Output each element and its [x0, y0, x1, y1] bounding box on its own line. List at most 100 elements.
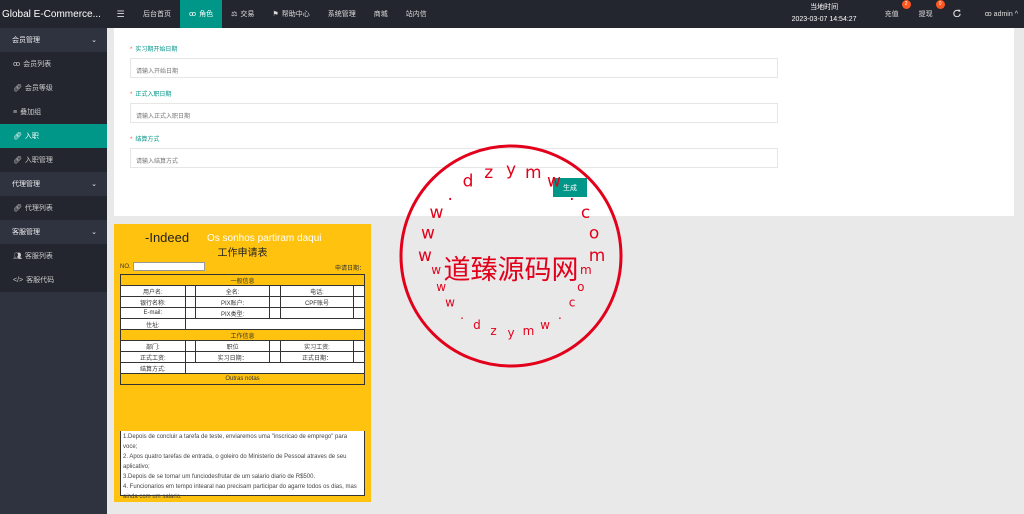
- table-row: 部门: 职位 实习工资:: [120, 340, 365, 352]
- link-icon: 🔗︎: [13, 157, 22, 164]
- chevron-down-icon: ⌄: [91, 229, 97, 236]
- watermark-stamp: 道臻源码网 www.d z y m w.com www.d z y m w.com: [399, 144, 623, 368]
- ring-letter: w: [431, 263, 441, 277]
- sidebar-group-6[interactable]: 代理管理 ⌄: [0, 172, 107, 196]
- sidebar-item-9[interactable]: 👥︎ 客服列表: [0, 244, 107, 268]
- scale-icon: ⚖: [231, 11, 238, 18]
- table-cell: [269, 285, 281, 297]
- ring-letter: w: [436, 280, 446, 294]
- sidebar-item-3[interactable]: ≡ 叠加组: [0, 100, 107, 124]
- sidebar-group-8[interactable]: 客服管理 ⌄: [0, 220, 107, 244]
- field-label: 实习期开始日期: [135, 47, 178, 53]
- table-cell: 实习工资:: [279, 340, 355, 352]
- nav-item-label: 后台首页: [143, 11, 171, 18]
- table-cell: E-mail:: [120, 307, 186, 319]
- sidebar-item-1[interactable]: ꝏ 会员列表: [0, 52, 107, 76]
- sidebar-item-label: 客服代码: [26, 277, 55, 284]
- nav-item-label: 商城: [373, 11, 388, 18]
- table-cell: 银行名称:: [120, 296, 186, 308]
- sidebar-item-7[interactable]: 🔗︎ 代理列表: [0, 196, 107, 220]
- ring-letter: c: [581, 203, 590, 223]
- nav-item-label: 交易: [240, 11, 255, 18]
- table-row: 用户名: 全名: 电话:: [120, 285, 365, 297]
- ring-letter: w: [418, 246, 432, 266]
- ring-letter: w: [445, 295, 455, 309]
- table-cell: [279, 307, 355, 319]
- ring-text-top: www.d z y m w.com: [418, 160, 605, 266]
- nav-item-label: 站内信: [405, 11, 427, 18]
- sidebar-item-label: 客服列表: [24, 253, 53, 260]
- users-icon: 👥︎: [13, 253, 22, 260]
- menu-toggle-icon[interactable]: ☰: [107, 9, 134, 20]
- ring-letter: y: [506, 160, 516, 180]
- ring-letter: d: [473, 318, 481, 332]
- ring-letter: m: [523, 324, 535, 338]
- formal-date-input[interactable]: [130, 103, 778, 123]
- nav-item-1[interactable]: ꝏ 角色: [180, 0, 223, 28]
- ring-letter: o: [589, 224, 599, 244]
- nav-item-3[interactable]: ⚑ 帮助中心: [263, 0, 318, 28]
- nav-item-4[interactable]: 系统管理: [319, 0, 365, 28]
- table-cell: PIX类型:: [195, 307, 271, 319]
- table-cell: 结算方式:: [120, 362, 186, 374]
- table-cell: 正式工资:: [120, 351, 186, 363]
- job-application-form: -Indeed Os sonhos partiram daqui 工作申请表 N…: [114, 224, 371, 502]
- sidebar-item-2[interactable]: 🔗︎ 会员等级: [0, 76, 107, 100]
- sidebar-item-4[interactable]: 🔗︎ 入职: [0, 124, 107, 148]
- table-cell: [353, 340, 365, 352]
- table-cell: 部门:: [120, 340, 186, 352]
- user-icon: ꝏ: [189, 11, 197, 18]
- table-cell: 全名:: [195, 285, 271, 297]
- table-cell: 实习日期：: [195, 351, 271, 363]
- withdraw-button[interactable]: 提现 0: [909, 0, 945, 19]
- nav-item-2[interactable]: ⚖ 交易: [222, 0, 263, 28]
- ring-letter: w: [547, 172, 561, 192]
- intern-start-date-input[interactable]: [130, 58, 778, 78]
- recharge-label: 充值: [884, 11, 899, 18]
- field-intern-start: * 实习期开始日期: [130, 44, 778, 78]
- ring-letter: w: [421, 224, 435, 244]
- form-title: 工作申请表: [217, 248, 268, 259]
- note-line: 4. Funcionarios em tempo intearal nao pr…: [123, 484, 357, 500]
- table-cell: [184, 340, 197, 352]
- ring-letter: .: [558, 308, 562, 322]
- clock-value: 2023-03-07 14:54:27: [791, 16, 857, 23]
- withdraw-label: 提现: [918, 11, 933, 18]
- recharge-button[interactable]: 充值 2: [875, 0, 911, 19]
- table-cell: [353, 296, 365, 308]
- withdraw-badge: 0: [935, 0, 945, 9]
- sidebar-item-5[interactable]: 🔗︎ 入职管理: [0, 148, 107, 172]
- nav-item-6[interactable]: 站内信: [397, 0, 436, 28]
- table-cell: [353, 285, 365, 297]
- note-line: 1.Depois de concluir a tarefa de teste, …: [123, 434, 348, 450]
- sidebar-group-label: 客服管理: [12, 229, 40, 236]
- link-icon: 🔗︎: [13, 85, 22, 92]
- sidebar-item-label: 入职管理: [24, 157, 53, 164]
- slogan: Os sonhos partiram daqui: [207, 233, 322, 244]
- sidebar-item-10[interactable]: </> 客服代码: [0, 268, 107, 292]
- ring-letter: w: [430, 203, 444, 223]
- nav-item-0[interactable]: 后台首页: [134, 0, 180, 28]
- ring-letter: d: [463, 172, 474, 192]
- header-right: 当地时间 2023-03-07 14:54:27 充值 2 提现 0 ꝏ admin…: [792, 0, 1024, 28]
- sidebar-group-0[interactable]: 会员管理 ⌄: [0, 28, 107, 52]
- chevron-down-icon: ⌄: [91, 37, 97, 44]
- request-date-label: 申请日期：: [334, 266, 365, 272]
- list-icon: ≡: [13, 108, 18, 116]
- nav-item-5[interactable]: 商城: [365, 0, 397, 28]
- table-cell: 职位: [195, 340, 271, 352]
- link-icon: 🔗︎: [13, 205, 22, 212]
- field-formal-date: * 正式入职日期: [130, 89, 778, 123]
- indeed-logo: -Indeed: [145, 230, 190, 245]
- refresh-icon[interactable]: [943, 9, 971, 19]
- sidebar: 会员管理 ⌄ ꝏ 会员列表 🔗︎ 会员等级 ≡ 叠加组 🔗︎ 入职 🔗︎ 入职管理 代理管理 ⌄ 🔗︎ 代理列…: [0, 28, 107, 514]
- ring-letter: y: [507, 326, 514, 340]
- user-icon: ꝏ: [984, 11, 992, 18]
- table-cell: [353, 351, 365, 363]
- note-line: 2. Apos quatro tarefas de entrada, o gol…: [123, 454, 347, 470]
- user-menu[interactable]: ꝏ admin ^: [971, 10, 1024, 18]
- ring-letter: .: [569, 185, 574, 205]
- field-label: 正式入职日期: [135, 92, 172, 98]
- table-cell: [184, 351, 197, 363]
- table-cell: [184, 307, 197, 319]
